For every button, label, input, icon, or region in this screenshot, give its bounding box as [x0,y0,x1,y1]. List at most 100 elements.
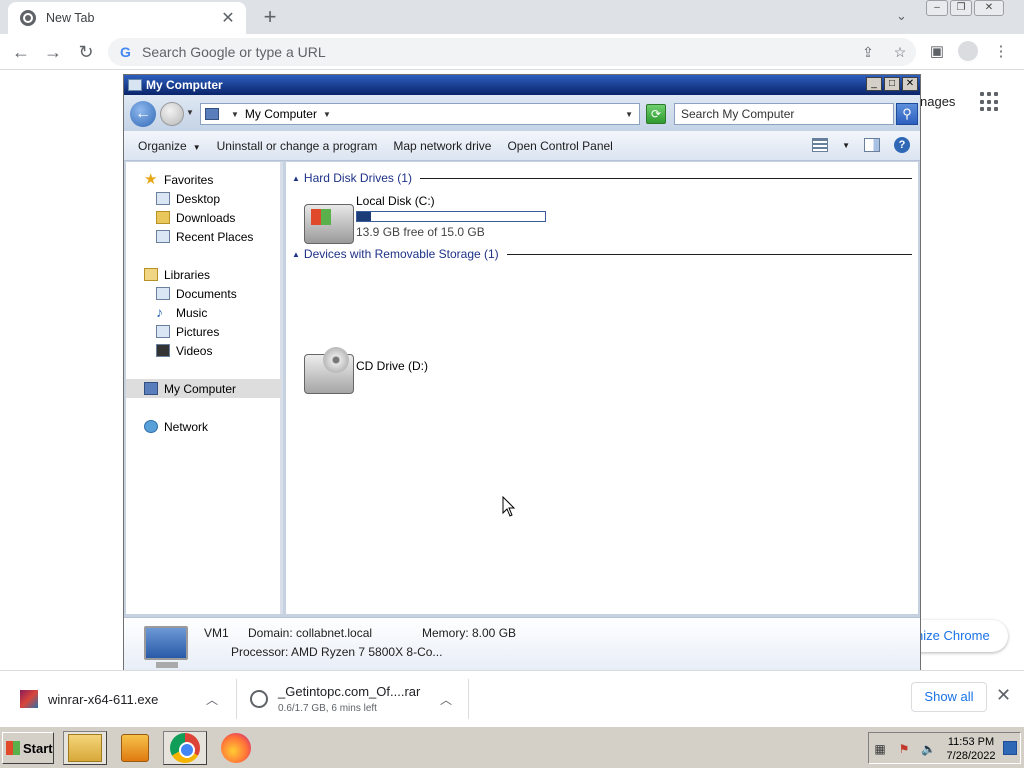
sidebar-item-videos[interactable]: Videos [126,341,281,360]
sidebar-item-desktop[interactable]: Desktop [126,189,281,208]
sidebar-item-downloads[interactable]: Downloads [126,208,281,227]
restore-button[interactable]: ❐ [950,0,972,16]
sidebar-item-documents[interactable]: Documents [126,284,281,303]
sidebar-item-favorites[interactable]: ★ Favorites [126,170,281,189]
recent-pages-dropdown-icon[interactable]: ▼ [186,108,194,117]
taskbar-media-player-button[interactable] [113,731,157,765]
downloads-folder-icon [156,211,170,224]
ntp-images-link[interactable]: nages [920,94,955,109]
domain-info: Domain: collabnet.local [248,626,373,640]
sidebar-item-recent-places[interactable]: Recent Places [126,227,281,246]
sidebar-item-label: Downloads [176,210,236,225]
breadcrumb-arrow-icon[interactable]: ▼ [231,110,239,119]
removable-group-header[interactable]: ▲ Devices with Removable Storage (1) [292,246,912,262]
map-network-drive-button[interactable]: Map network drive [385,139,499,153]
explorer-window: My Computer _ □ ✕ ← ▼ ▼ My Computer ▼ ▼ … [123,74,921,671]
taskbar-firefox-button[interactable] [214,731,258,765]
omnibox[interactable]: G Search Google or type a URL ⇪ ☆ [108,38,916,66]
chrome-window-controls: – ❐ ✕ [926,0,1004,16]
taskbar-chrome-button[interactable] [163,731,207,765]
chevron-up-icon[interactable]: ︿ [440,691,452,708]
explorer-close-button[interactable]: ✕ [902,77,918,91]
view-options-chevron-icon[interactable]: ▼ [842,141,850,150]
sidebar-item-label: Network [164,419,209,434]
sidebar-item-label: Documents [176,286,237,301]
download-filename: _Getintopc.com_Of....rar [278,684,421,699]
close-window-button[interactable]: ✕ [974,0,1004,16]
close-shelf-icon[interactable]: ✕ [996,685,1011,706]
forward-arrow-icon[interactable]: → [42,41,64,63]
taskbar-explorer-button[interactable] [63,731,107,765]
explorer-address-toolbar: ← ▼ ▼ My Computer ▼ ▼ ⟳ Search My Comput… [124,95,920,131]
drive-c-used-fill [357,212,371,221]
start-button[interactable]: Start [2,732,54,764]
download-filename: winrar-x64-611.exe [48,691,159,707]
address-bar[interactable]: ▼ My Computer ▼ ▼ [200,103,640,125]
explorer-forward-button[interactable] [160,102,184,126]
download-separator [468,679,469,719]
show-all-downloads-button[interactable]: Show all [911,682,987,712]
address-text[interactable]: My Computer [245,107,317,121]
hdd-group-label: Hard Disk Drives (1) [303,171,412,185]
google-apps-icon[interactable] [980,92,1000,112]
organize-button[interactable]: Organize ▼ [130,139,209,153]
explorer-search-input[interactable]: Search My Computer [674,103,894,125]
share-icon[interactable]: ⇪ [852,44,884,61]
explorer-title-bar[interactable]: My Computer _ □ ✕ [124,75,920,95]
new-tab-plus-icon[interactable]: + [258,4,282,30]
action-center-icon[interactable]: ⚑ [897,742,911,756]
download-item-winrar[interactable]: winrar-x64-611.exe ︿ [20,671,230,727]
sidebar-item-network[interactable]: Network [126,417,281,436]
open-control-panel-button[interactable]: Open Control Panel [499,139,620,153]
taskbar-clock[interactable]: 11:53 PM 7/28/2022 [943,735,999,763]
network-tray-icon[interactable]: ▦ [873,742,887,756]
refresh-icon[interactable]: ⟳ [646,104,666,124]
drive-c-name[interactable]: Local Disk (C:) [356,194,435,208]
profile-avatar[interactable] [958,41,980,63]
windows-taskbar: Start ▦ ⚑ 🔈 11:53 PM 7/28/2022 [0,726,1024,768]
breadcrumb-arrow-icon[interactable]: ▼ [323,110,331,119]
sidebar-item-label: Music [176,305,208,320]
bookmark-star-icon[interactable]: ☆ [884,44,916,61]
change-view-icon[interactable] [812,138,829,152]
explorer-back-button[interactable]: ← [130,101,156,127]
chevron-up-icon[interactable]: ︿ [206,691,218,708]
reload-icon[interactable]: ↻ [75,41,97,63]
explorer-maximize-button[interactable]: □ [884,77,900,91]
collapse-triangle-icon[interactable]: ▲ [292,174,300,183]
sidebar-item-music[interactable]: ♪ Music [126,303,281,322]
computer-name: VM1 [204,626,229,640]
drive-d-name[interactable]: CD Drive (D:) [356,359,428,373]
removable-group-label: Devices with Removable Storage (1) [303,247,499,261]
side-panel-icon[interactable]: ▣ [926,41,948,63]
hdd-group-header[interactable]: ▲ Hard Disk Drives (1) [292,170,912,186]
preview-pane-icon[interactable] [864,138,880,152]
volume-icon[interactable]: 🔈 [921,742,936,756]
address-dropdown-icon[interactable]: ▼ [625,110,633,119]
minimize-button[interactable]: – [926,0,948,16]
sidebar-item-pictures[interactable]: Pictures [126,322,281,341]
cd-drive-icon[interactable] [304,347,354,394]
group-divider [419,177,912,179]
show-desktop-icon[interactable] [1003,741,1017,755]
system-tray: ▦ ⚑ 🔈 11:53 PM 7/28/2022 [868,732,1021,764]
hard-disk-icon[interactable] [304,204,354,244]
tab-new-tab[interactable]: New Tab ✕ [8,2,246,34]
back-arrow-icon[interactable]: ← [10,41,32,63]
uninstall-program-button[interactable]: Uninstall or change a program [209,139,386,153]
navigation-pane: ★ Favorites Desktop Downloads Recent Plac… [126,162,283,614]
desktop-icon [156,192,170,205]
download-item-rar[interactable]: _Getintopc.com_Of....rar 0.6/1.7 GB, 6 m… [250,671,462,727]
tab-close-icon[interactable]: ✕ [220,8,236,28]
chrome-icon [170,733,200,763]
chrome-menu-icon[interactable]: ⋮ [990,41,1012,63]
chrome-favicon-icon [20,10,36,26]
omnibox-placeholder[interactable]: Search Google or type a URL [142,44,852,60]
sidebar-item-libraries[interactable]: Libraries [126,265,281,284]
search-icon[interactable]: ⚲ [896,103,918,125]
tab-search-chevron-icon[interactable]: ⌄ [896,8,912,24]
sidebar-item-my-computer[interactable]: My Computer [126,379,281,398]
help-icon[interactable]: ? [894,137,910,153]
collapse-triangle-icon[interactable]: ▲ [292,250,300,259]
explorer-minimize-button[interactable]: _ [866,77,882,91]
